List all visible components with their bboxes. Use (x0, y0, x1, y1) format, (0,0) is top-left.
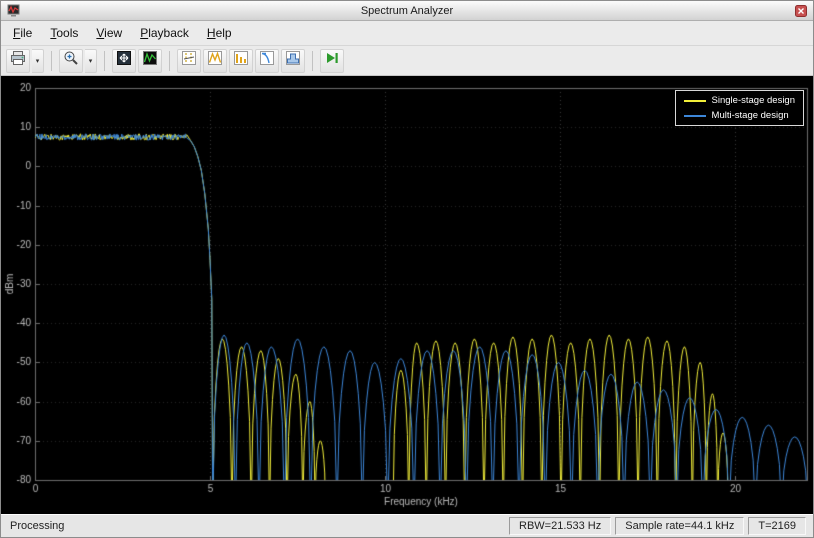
step-forward-icon (324, 50, 340, 71)
spectral-mask-icon (285, 50, 301, 71)
toolbar-separator (169, 50, 170, 71)
zoom-button[interactable] (59, 48, 83, 73)
menu-view[interactable]: View (87, 21, 131, 45)
print-export-button[interactable] (6, 48, 30, 73)
peak-finder-button[interactable] (203, 48, 227, 73)
toolbar: ▾ ▾ (1, 46, 813, 76)
toolbar-separator (312, 50, 313, 71)
menu-tools[interactable]: Tools (41, 21, 87, 45)
fit-to-view-button[interactable] (112, 48, 136, 73)
legend-label-multi-stage: Multi-stage design (711, 110, 789, 121)
status-message: Processing (10, 520, 65, 532)
toolbar-separator (104, 50, 105, 71)
menu-file[interactable]: File (4, 21, 41, 45)
printer-icon (10, 50, 26, 71)
status-sample-rate: Sample rate=44.1 kHz (615, 517, 745, 535)
menu-help[interactable]: Help (198, 21, 241, 45)
toolbar-separator (51, 50, 52, 71)
close-button[interactable] (794, 4, 808, 18)
fit-to-view-icon (116, 50, 132, 71)
zoom-dropdown[interactable]: ▾ (85, 48, 97, 73)
legend-item-single-stage[interactable]: Single-stage design (683, 95, 795, 106)
legend-line-multi-stage (683, 114, 706, 117)
plot-panel: Single-stage design Multi-stage design (1, 76, 813, 514)
title-bar[interactable]: Spectrum Analyzer (1, 1, 813, 21)
step-forward-button[interactable] (320, 48, 344, 73)
legend-label-single-stage: Single-stage design (711, 95, 795, 106)
distortion-measurements-button[interactable] (229, 48, 253, 73)
peak-finder-icon (207, 50, 223, 71)
ccdf-measurements-icon (259, 50, 275, 71)
spectral-mask-button[interactable] (281, 48, 305, 73)
menu-bar: File Tools View Playback Help (1, 21, 813, 46)
spectrum-settings-button[interactable] (138, 48, 162, 73)
legend-line-single-stage (683, 99, 706, 102)
spectrum-settings-icon (142, 50, 158, 71)
status-time: T=2169 (748, 517, 806, 535)
spectrum-analyzer-window: Spectrum Analyzer File Tools View Playba… (0, 0, 814, 538)
window-title: Spectrum Analyzer (360, 4, 454, 17)
zoom-in-icon (63, 50, 79, 71)
cursor-measurements-button[interactable] (177, 48, 201, 73)
print-export-dropdown[interactable]: ▾ (32, 48, 44, 73)
app-icon (6, 4, 20, 18)
menu-playback[interactable]: Playback (131, 21, 198, 45)
legend-item-multi-stage[interactable]: Multi-stage design (683, 110, 795, 121)
legend[interactable]: Single-stage design Multi-stage design (674, 90, 804, 126)
cursor-measurements-icon (181, 50, 197, 71)
distortion-measurements-icon (233, 50, 249, 71)
status-bar: Processing RBW=21.533 Hz Sample rate=44.… (1, 514, 813, 537)
status-rbw: RBW=21.533 Hz (509, 517, 612, 535)
ccdf-measurements-button[interactable] (255, 48, 279, 73)
spectrum-chart[interactable] (1, 76, 813, 514)
